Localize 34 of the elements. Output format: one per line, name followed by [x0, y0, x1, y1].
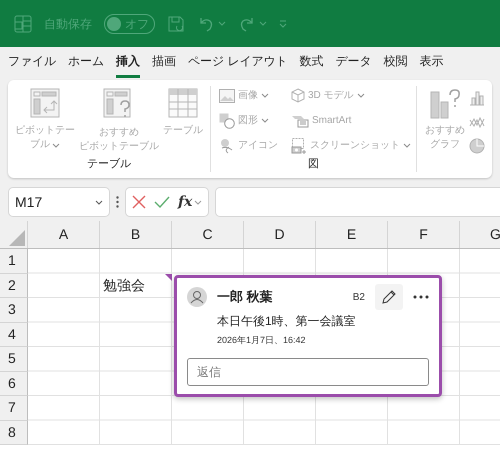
- row-header[interactable]: 4: [0, 322, 28, 347]
- row-header[interactable]: 2: [0, 274, 28, 298]
- column-header[interactable]: E: [316, 221, 388, 248]
- column-header[interactable]: A: [28, 221, 100, 248]
- cell-reference: B2: [352, 290, 365, 304]
- ribbon-tab[interactable]: ページ レイアウト: [188, 52, 288, 78]
- ribbon-tab[interactable]: 数式: [299, 52, 324, 78]
- column-header[interactable]: F: [388, 221, 460, 248]
- ribbon-tab[interactable]: 校閲: [383, 52, 408, 78]
- autosave-label: 自動保存: [44, 16, 92, 32]
- row-header[interactable]: 7: [0, 396, 28, 420]
- row-header[interactable]: 3: [0, 298, 28, 322]
- ribbon-tab[interactable]: データ: [335, 52, 372, 78]
- comment-author: 一郎 秋葉: [217, 288, 273, 306]
- column-header[interactable]: B: [100, 221, 172, 248]
- comment-timestamp: 2026年1月7日、16:42: [217, 334, 307, 347]
- row-header[interactable]: 5: [0, 347, 28, 372]
- ribbon-tab[interactable]: 描画: [152, 52, 176, 78]
- row-header[interactable]: 6: [0, 372, 28, 396]
- name-box[interactable]: M17: [8, 187, 110, 217]
- table-cell-text: 勉強会: [102, 276, 146, 296]
- group-label: 図: [308, 156, 319, 172]
- comment-text: 本日午後1時、第一会議室: [217, 313, 357, 330]
- ribbon-tab[interactable]: 表示: [419, 52, 444, 78]
- column-header[interactable]: D: [244, 221, 316, 248]
- row-header[interactable]: 1: [0, 249, 28, 274]
- row-header[interactable]: 8: [0, 420, 28, 445]
- group-label: テーブル: [87, 156, 131, 172]
- ribbon-tab[interactable]: ファイル: [8, 52, 56, 78]
- toggle-label: オフ: [125, 16, 150, 32]
- ribbon-tab[interactable]: ホーム: [68, 52, 104, 78]
- column-header[interactable]: G: [460, 221, 500, 248]
- reply-field[interactable]: 返信: [187, 358, 429, 386]
- column-header[interactable]: C: [172, 221, 244, 248]
